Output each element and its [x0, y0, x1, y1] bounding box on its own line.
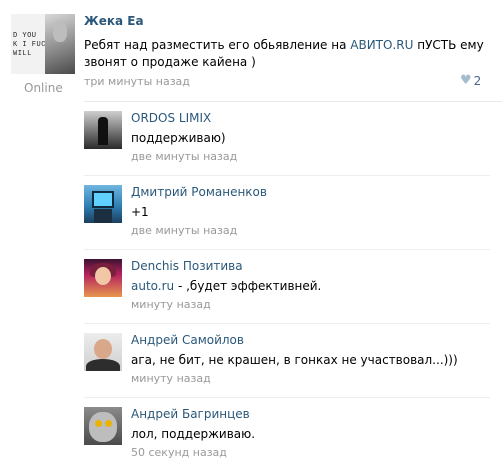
comment: Андрей Багринцев лол, поддерживаю. 50 се…: [84, 407, 490, 473]
post-link[interactable]: АВИТО.RU: [350, 38, 413, 52]
comment-divider: [84, 249, 490, 250]
comment-timestamp[interactable]: минуту назад: [131, 372, 211, 385]
online-status: Online: [24, 81, 63, 95]
comment-timestamp[interactable]: 50 секунд назад: [131, 446, 227, 459]
heart-icon: ♥: [460, 73, 472, 88]
comment-author[interactable]: Андрей Багринцев: [131, 407, 250, 421]
avatar-owl: [89, 412, 117, 442]
comment-author[interactable]: Denchis Позитива: [131, 259, 243, 273]
like-count: 2: [473, 74, 482, 88]
comment-divider: [84, 397, 490, 398]
comment-timestamp[interactable]: минуту назад: [131, 298, 211, 311]
comment: ORDOS LIMIX поддерживаю) две минуты наза…: [84, 111, 490, 177]
post-text: Ребят над разместить его обьявление на А…: [84, 37, 484, 71]
comment-avatar[interactable]: [84, 111, 122, 149]
comment: Андрей Самойлов ага, не бит, не крашен, …: [84, 333, 490, 399]
comment-avatar[interactable]: [84, 185, 122, 223]
avatar-screen: [92, 191, 114, 208]
author-avatar[interactable]: D YOU K I FUCK WILL: [11, 14, 75, 74]
comment-text-rest: - ,будет эффективней.: [174, 279, 322, 293]
comment-avatar[interactable]: [84, 333, 122, 371]
comment-timestamp[interactable]: две минуты назад: [131, 224, 237, 237]
post-timestamp[interactable]: три минуты назад: [84, 75, 190, 88]
avatar-face: [95, 267, 111, 285]
comment-author[interactable]: Андрей Самойлов: [131, 333, 244, 347]
comment-divider: [84, 175, 490, 176]
comment-timestamp[interactable]: две минуты назад: [131, 150, 237, 163]
wall-post: D YOU K I FUCK WILL Online Жека Ea Ребят…: [0, 0, 503, 473]
avatar-head: [94, 339, 112, 359]
like-button[interactable]: ♥ 2: [460, 73, 482, 89]
author-name[interactable]: Жека Ea: [84, 14, 144, 28]
comment-text: auto.ru - ,будет эффективней.: [131, 279, 491, 293]
comment: Denchis Позитива auto.ru - ,будет эффект…: [84, 259, 490, 325]
comment-author[interactable]: ORDOS LIMIX: [131, 111, 211, 125]
post-divider: [84, 101, 502, 102]
comment-avatar[interactable]: [84, 259, 122, 297]
comment-divider: [84, 323, 490, 324]
comment-text: поддерживаю): [131, 131, 226, 145]
avatar-eye: [95, 420, 102, 427]
avatar-head: [53, 20, 67, 42]
comment-text: ага, не бит, не крашен, в гонках не учас…: [131, 353, 458, 367]
avatar-shoulders: [86, 359, 120, 371]
comment-link[interactable]: auto.ru: [131, 279, 174, 293]
comment-text: +1: [131, 205, 149, 219]
comment-text: лол, поддерживаю.: [131, 427, 256, 441]
avatar-eye: [105, 420, 112, 427]
comment: Дмитрий Романенков +1 две минуты назад: [84, 185, 490, 251]
avatar-figure: [94, 209, 112, 223]
comment-avatar[interactable]: [84, 407, 122, 445]
avatar-figure: [98, 117, 108, 145]
post-text-start: Ребят над разместить его обьявление на: [84, 38, 351, 52]
comment-author[interactable]: Дмитрий Романенков: [131, 185, 267, 199]
